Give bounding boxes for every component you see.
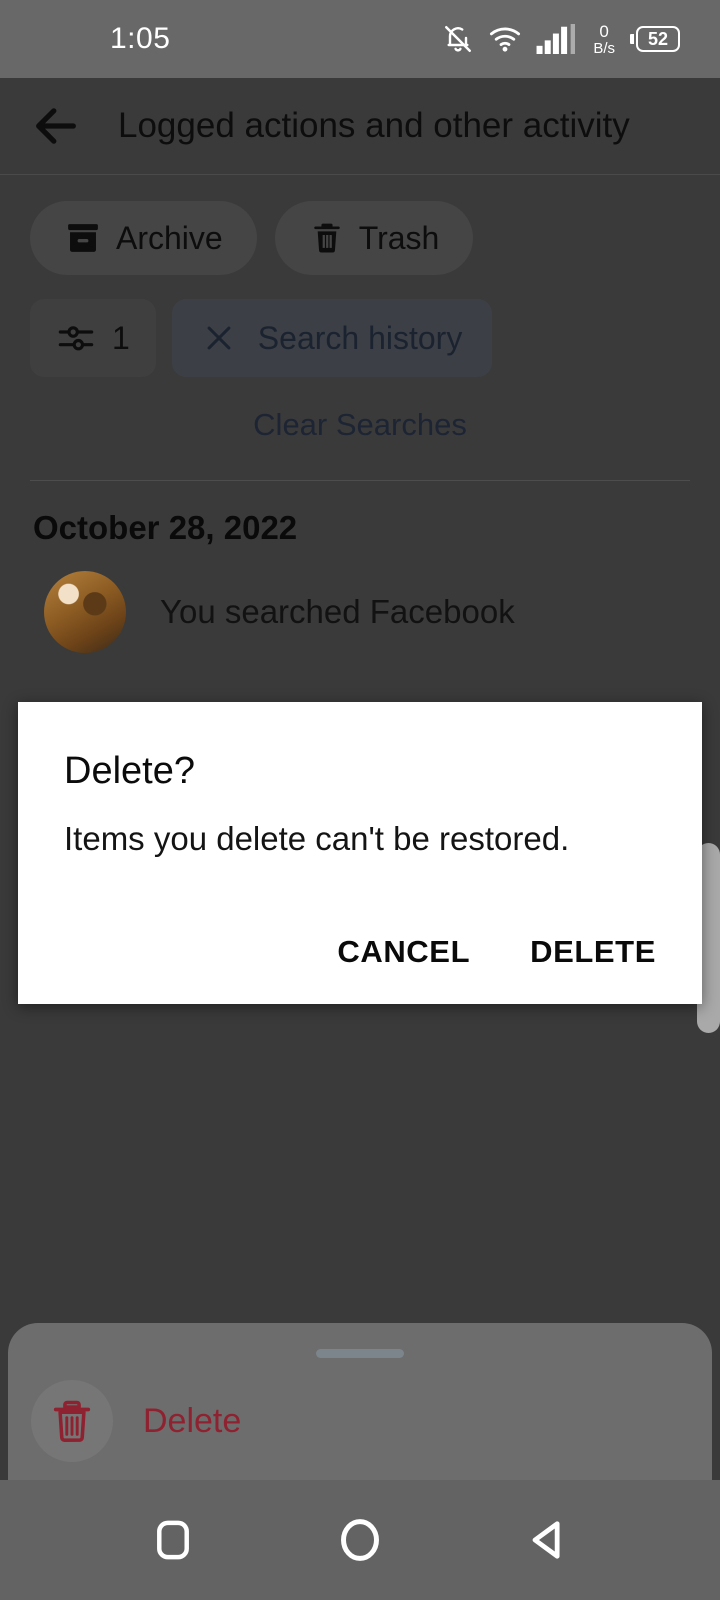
delete-confirmation-dialog: Delete? Items you delete can't be restor… xyxy=(18,702,702,1004)
drag-handle[interactable] xyxy=(316,1349,404,1358)
triangle-back-icon xyxy=(532,1521,560,1559)
battery-terminal xyxy=(630,34,634,44)
wifi-icon xyxy=(490,27,521,52)
chip-archive[interactable]: Archive xyxy=(30,201,257,275)
chip-archive-label: Archive xyxy=(116,219,223,256)
system-navigation-bar xyxy=(0,1480,720,1600)
chip-filter-count[interactable]: 1 xyxy=(30,299,156,377)
square-recents-icon xyxy=(157,1520,190,1560)
phone-screen: 1:05 0 B/s 52 Logged actions and other a… xyxy=(0,0,720,1600)
dialog-title: Delete? xyxy=(64,750,195,792)
date-header: October 28, 2022 xyxy=(33,509,298,546)
filter-chip-row: 1 Search history xyxy=(0,275,720,377)
list-item[interactable]: You searched Facebook xyxy=(0,547,720,653)
status-bar: 1:05 0 B/s 52 xyxy=(0,0,720,78)
sheet-icon-container xyxy=(31,1380,113,1462)
bottom-sheet: Delete xyxy=(8,1323,712,1480)
back-button[interactable] xyxy=(519,1512,575,1568)
status-clock: 1:05 xyxy=(110,22,171,55)
network-speed-unit: B/s xyxy=(593,39,615,57)
chip-search-history-label: Search history xyxy=(257,319,463,356)
avatar xyxy=(44,571,126,653)
back-arrow-icon[interactable] xyxy=(30,100,82,152)
archive-box-icon xyxy=(68,224,98,252)
bell-slash-icon xyxy=(445,26,472,52)
network-speed-value: 0 xyxy=(599,21,609,41)
chip-filter-count-label: 1 xyxy=(112,319,130,356)
app-bar: Logged actions and other activity xyxy=(0,78,720,175)
clear-searches-row: Clear Searches xyxy=(0,377,720,443)
close-x-icon[interactable] xyxy=(202,321,236,355)
category-chip-row: Archive Trash xyxy=(0,175,720,275)
dialog-message: Items you delete can't be restored. xyxy=(64,820,570,857)
trash-can-outline-icon xyxy=(53,1400,91,1442)
list-item-label: You searched Facebook xyxy=(160,593,515,630)
recents-button[interactable] xyxy=(145,1512,201,1568)
tune-sliders-icon xyxy=(58,326,94,351)
signal-bars-icon xyxy=(536,24,576,54)
trash-can-icon xyxy=(313,223,340,253)
circle-home-icon xyxy=(341,1519,379,1561)
app-content: Logged actions and other activity Archiv… xyxy=(0,78,720,1480)
battery-shell: 52 xyxy=(636,26,680,52)
delete-button[interactable]: DELETE xyxy=(524,926,662,978)
chip-trash[interactable]: Trash xyxy=(274,201,474,275)
status-icon-group: 0 B/s 52 xyxy=(442,22,690,56)
sheet-action-label: Delete xyxy=(143,1401,242,1440)
home-button[interactable] xyxy=(332,1512,388,1568)
network-speed-indicator: 0 B/s xyxy=(593,23,615,56)
clear-searches-link[interactable]: Clear Searches xyxy=(253,407,467,443)
battery-icon: 52 xyxy=(630,26,680,52)
dialog-action-row: CANCEL DELETE xyxy=(331,926,662,978)
chip-trash-label: Trash xyxy=(358,219,440,256)
sheet-action-delete[interactable]: Delete xyxy=(8,1358,712,1462)
page-title: Logged actions and other activity xyxy=(118,106,630,145)
chip-search-history[interactable]: Search history xyxy=(171,299,493,377)
battery-level-label: 52 xyxy=(647,28,669,49)
cancel-button[interactable]: CANCEL xyxy=(331,926,476,978)
